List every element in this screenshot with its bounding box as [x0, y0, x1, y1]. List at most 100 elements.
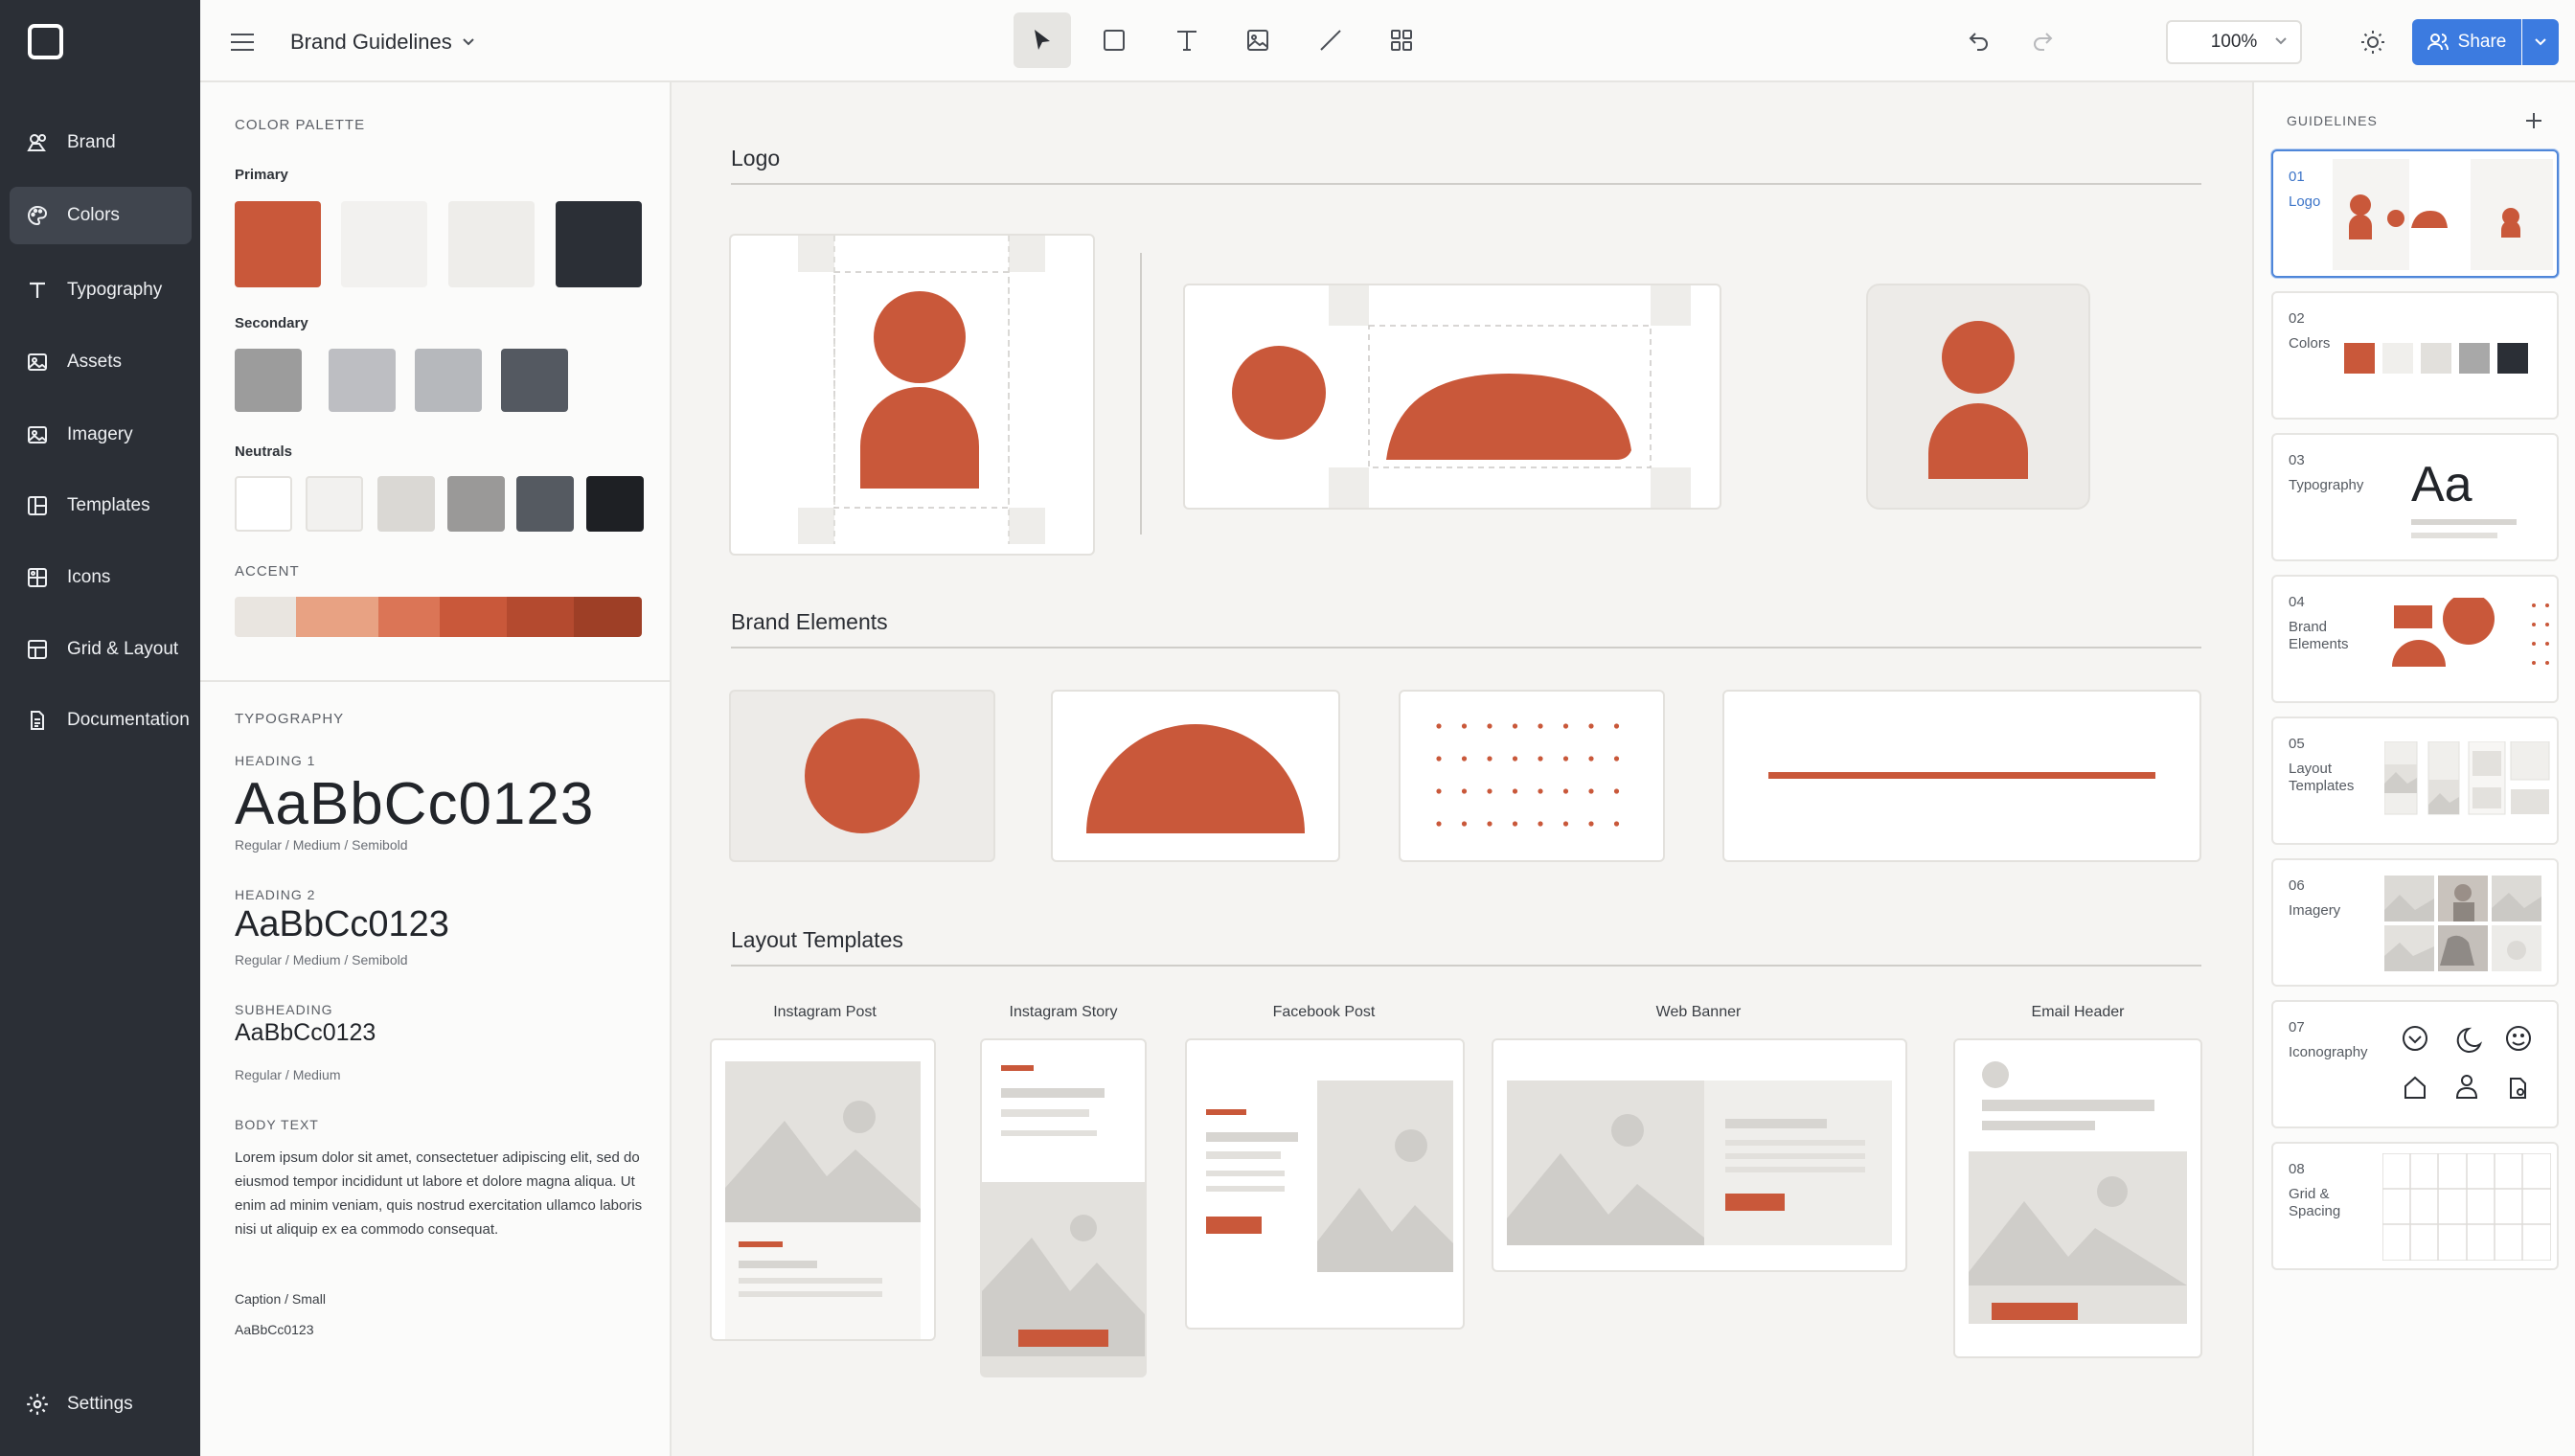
pattern-dot: [1436, 821, 1442, 827]
subheading-label: SUBHEADING: [235, 1002, 333, 1017]
hamburger-icon: [230, 32, 255, 53]
rectangle-tool[interactable]: [1085, 12, 1143, 68]
zoom-select[interactable]: 100%: [2166, 20, 2302, 64]
element-semicircle-card[interactable]: [1051, 690, 1340, 862]
nav-item-assets[interactable]: Assets: [10, 333, 192, 391]
nav-item-imagery[interactable]: Imagery: [10, 406, 192, 464]
pattern-dot: [1436, 788, 1442, 794]
line-icon: [1318, 28, 1343, 53]
pattern-dot: [1461, 756, 1468, 762]
neutral-swatch[interactable]: [235, 476, 292, 532]
nav-item-label: Typography: [67, 280, 163, 300]
nav-item-colors[interactable]: Colors: [10, 187, 192, 244]
text-icon: [1174, 28, 1199, 53]
nav-item-settings[interactable]: Settings: [10, 1376, 192, 1433]
menu-button[interactable]: [223, 23, 262, 61]
share-options-button[interactable]: [2522, 19, 2559, 65]
primary-swatch[interactable]: [341, 201, 427, 287]
primary-swatch[interactable]: [235, 201, 321, 287]
nav-item-grid-layout[interactable]: Grid & Layout: [10, 621, 192, 678]
caption-label: Caption / Small: [235, 1291, 326, 1307]
nav-item-documentation[interactable]: Documentation: [10, 692, 192, 749]
document-title-dropdown[interactable]: Brand Guidelines: [290, 23, 475, 61]
pattern-dot: [1588, 723, 1594, 729]
pattern-dot: [1613, 756, 1620, 762]
add-guideline-button[interactable]: [2518, 105, 2549, 136]
undo-button[interactable]: [1959, 21, 1999, 61]
secondary-swatch[interactable]: [329, 349, 396, 412]
neutral-swatch[interactable]: [586, 476, 644, 532]
logo-section-title: Logo: [731, 146, 781, 171]
template-web-banner[interactable]: [1492, 1038, 1907, 1272]
layout-icon: [25, 493, 50, 518]
guideline-card-layout-templates[interactable]: 05 Layout Templates: [2271, 717, 2559, 845]
image-icon: [1245, 28, 1270, 53]
image-tool[interactable]: [1229, 12, 1287, 68]
undo-icon: [1968, 31, 1991, 52]
pattern-dot: [1512, 723, 1518, 729]
template-facebook-post[interactable]: [1185, 1038, 1465, 1330]
nav-item-icons[interactable]: Icons: [10, 549, 192, 606]
guideline-card-grid-spacing[interactable]: 08 Grid & Spacing: [2271, 1142, 2559, 1270]
zoom-level: 100%: [2210, 32, 2258, 52]
nav-item-label: Brand: [67, 132, 116, 152]
brand-icon: [25, 130, 50, 155]
app-logo[interactable]: [28, 24, 63, 59]
share-button[interactable]: Share: [2412, 19, 2521, 65]
logo-icon-card[interactable]: [1866, 284, 2090, 510]
neutral-swatch[interactable]: [516, 476, 574, 532]
guidelines-heading: GUIDELINES: [2287, 113, 2378, 128]
nav-item-brand[interactable]: Brand: [10, 114, 192, 171]
pattern-dot: [1538, 723, 1543, 729]
element-dot-pattern-card[interactable]: [1399, 690, 1665, 862]
design-canvas[interactable]: Logo Brand Elements Layout Templates Ins…: [672, 82, 2252, 1456]
redo-button[interactable]: [2022, 21, 2062, 61]
theme-toggle[interactable]: [2354, 23, 2392, 61]
guideline-number: 06: [2289, 877, 2305, 894]
pattern-dot: [1588, 756, 1594, 762]
nav-item-templates[interactable]: Templates: [10, 477, 192, 535]
guideline-card-iconography[interactable]: 07 Iconography: [2271, 1000, 2559, 1128]
guideline-card-brand-elements[interactable]: 04 Brand Elements: [2271, 575, 2559, 703]
grid-icon: [25, 565, 50, 590]
guideline-number: 08: [2289, 1161, 2305, 1177]
neutral-swatch[interactable]: [306, 476, 363, 532]
select-tool[interactable]: [1014, 12, 1071, 68]
template-instagram-post[interactable]: [710, 1038, 936, 1341]
primary-swatch[interactable]: [556, 201, 642, 287]
element-circle-card[interactable]: [729, 690, 995, 862]
secondary-swatch[interactable]: [235, 349, 302, 412]
guideline-card-colors[interactable]: 02 Colors: [2271, 291, 2559, 420]
neutral-swatch[interactable]: [447, 476, 505, 532]
secondary-swatch[interactable]: [501, 349, 568, 412]
accent-gradient-bar[interactable]: [235, 597, 642, 637]
logo-head-shape: [874, 291, 966, 383]
guideline-card-typography[interactable]: 03 Typography Aa: [2271, 433, 2559, 561]
pattern-dot: [1562, 788, 1569, 794]
type-icon: [25, 278, 50, 303]
guideline-number: 02: [2289, 310, 2305, 327]
pattern-dot: [1461, 788, 1468, 794]
element-line-card[interactable]: [1722, 690, 2201, 862]
guideline-number: 01: [2289, 169, 2305, 185]
nav-item-typography[interactable]: Typography: [10, 262, 192, 319]
template-email-header[interactable]: [1953, 1038, 2202, 1358]
template-label: Web Banner: [1655, 1004, 1742, 1020]
logo-primary-card[interactable]: [729, 234, 1095, 556]
logo-horizontal-card[interactable]: [1183, 284, 1721, 510]
share-label: Share: [2457, 32, 2507, 52]
layout-grid-icon: [25, 637, 50, 662]
typography-heading: TYPOGRAPHY: [235, 711, 345, 727]
guideline-name: Imagery: [2289, 902, 2341, 919]
secondary-swatch[interactable]: [415, 349, 482, 412]
text-tool[interactable]: [1158, 12, 1216, 68]
pattern-dot: [1487, 788, 1493, 794]
components-tool[interactable]: [1373, 12, 1430, 68]
primary-swatch[interactable]: [448, 201, 535, 287]
line-tool[interactable]: [1302, 12, 1359, 68]
guideline-card-imagery[interactable]: 06 Imagery: [2271, 858, 2559, 987]
template-instagram-story[interactable]: [980, 1038, 1147, 1377]
nav-item-label: Grid & Layout: [67, 639, 179, 659]
neutral-swatch[interactable]: [377, 476, 435, 532]
guideline-card-logo[interactable]: 01 Logo: [2271, 149, 2559, 278]
